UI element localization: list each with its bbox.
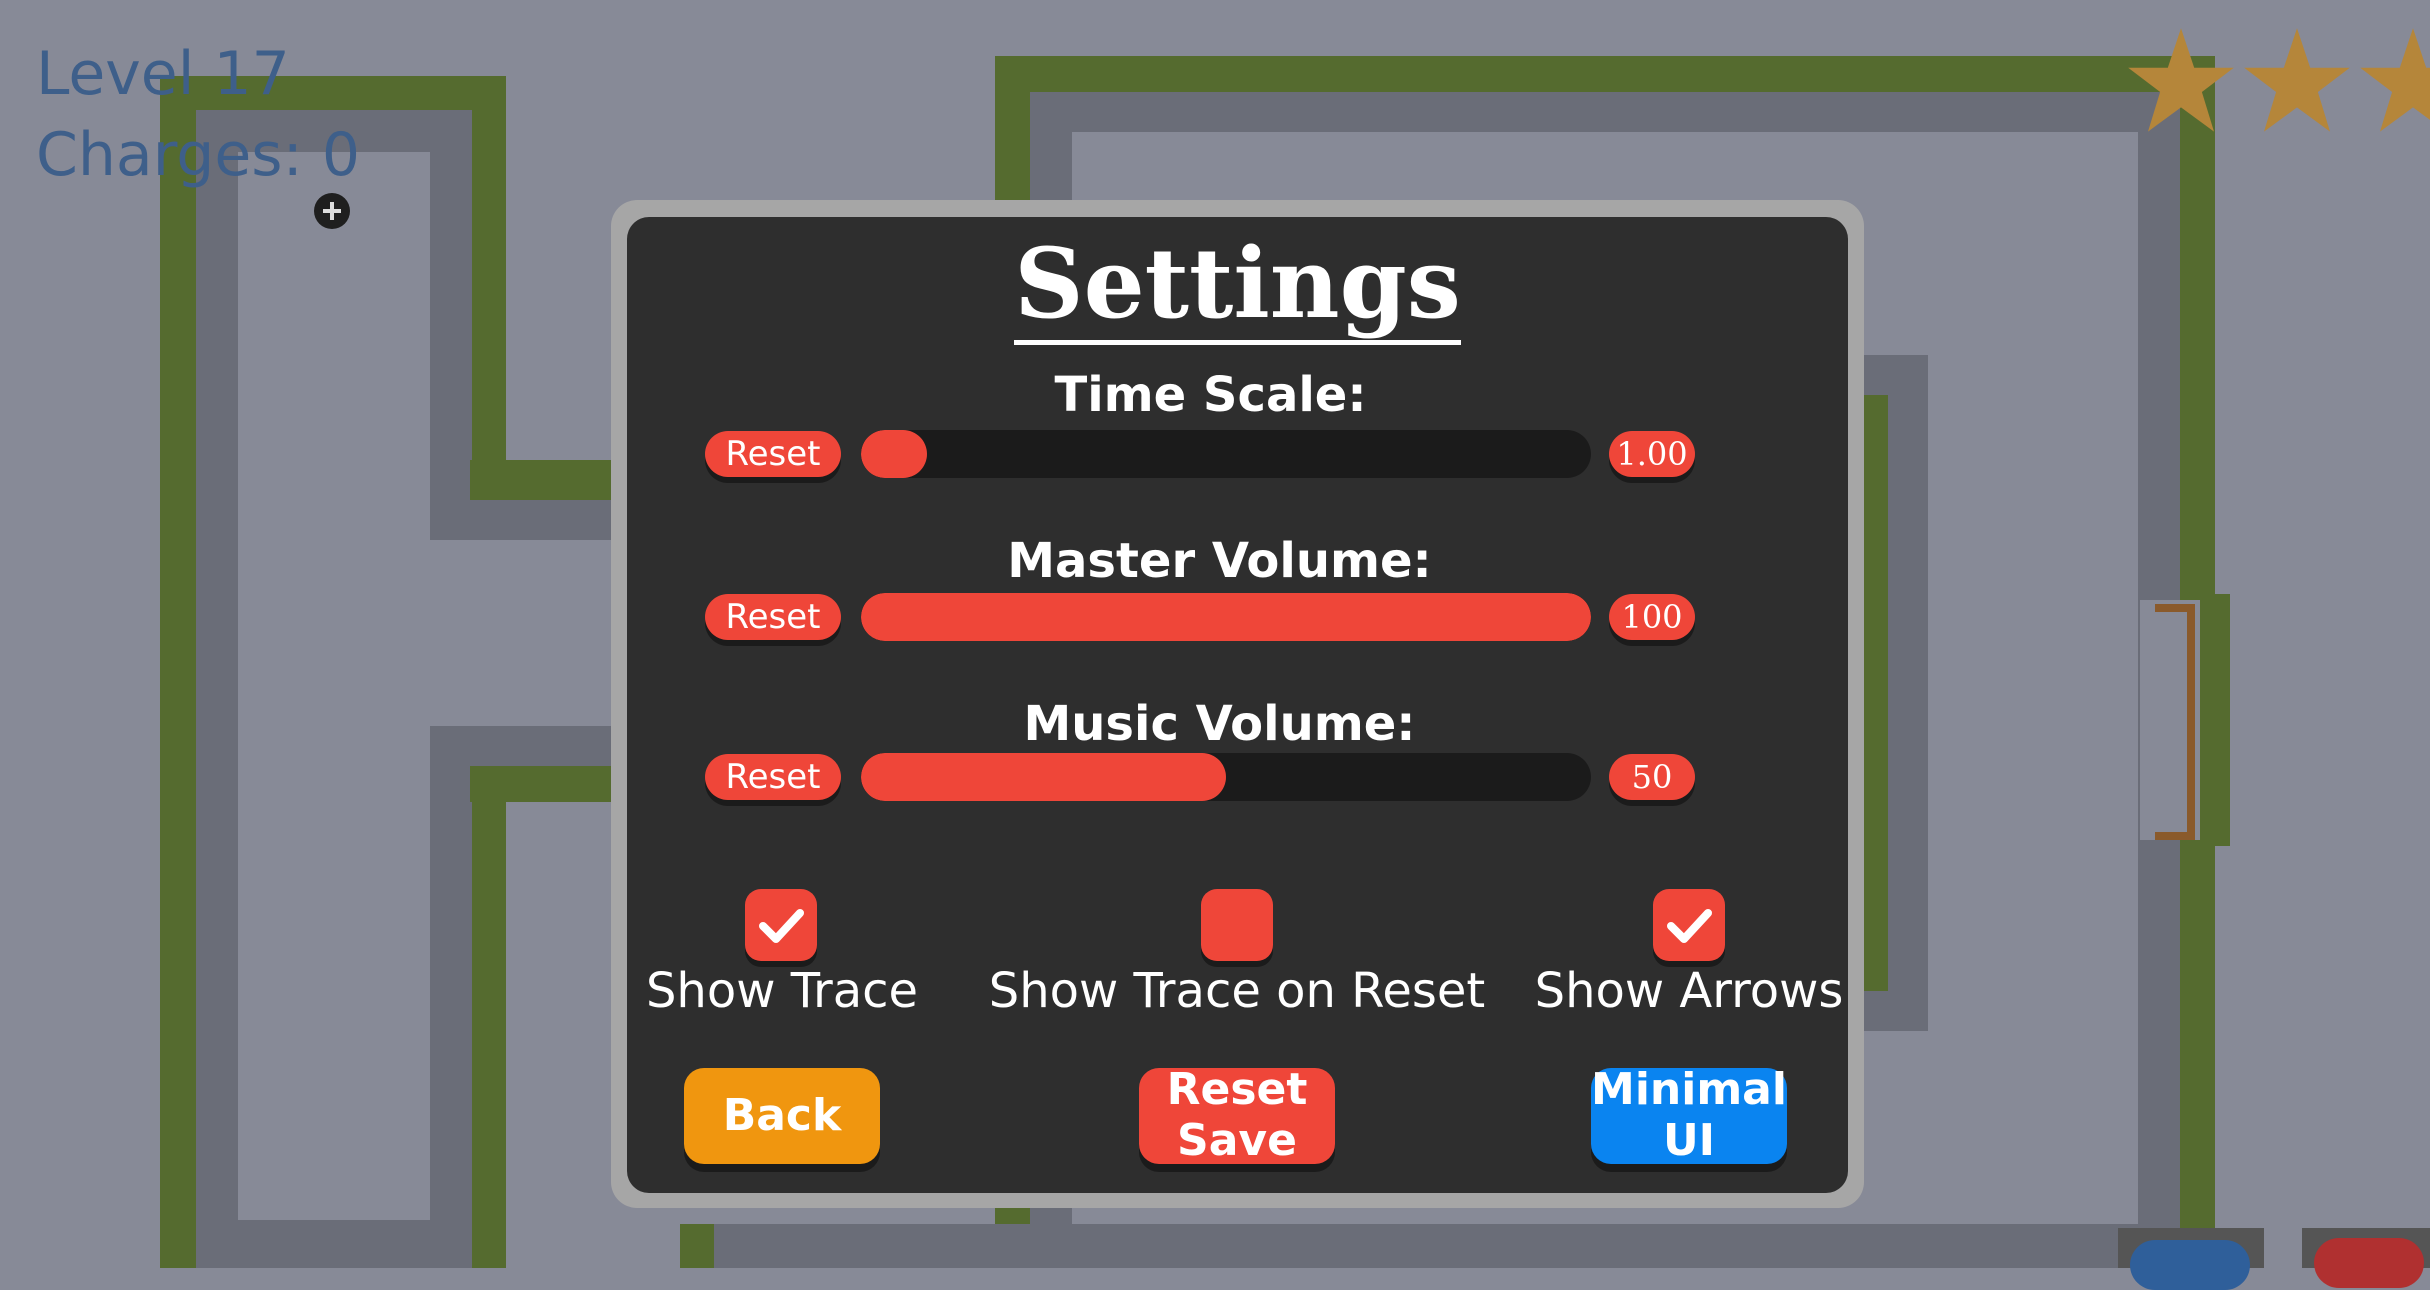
show-trace-label: Show Trace <box>645 963 919 1019</box>
wall-branch <box>430 726 630 766</box>
show-arrows-label: Show Arrows <box>1534 963 1844 1019</box>
wall-branch <box>470 766 630 802</box>
minimal-ui-button[interactable]: Minimal UI <box>1591 1064 1787 1166</box>
wall-inner <box>714 1224 2138 1268</box>
bottom-control-red[interactable] <box>2302 1228 2430 1288</box>
settings-modal: Settings Time Scale: Reset 1.00 Master V… <box>627 217 1848 1193</box>
master-volume-reset-button[interactable]: Reset <box>705 594 841 640</box>
charges-label: Charges: 0 <box>36 120 361 190</box>
reset-save-label-line1: Reset <box>1166 1064 1308 1116</box>
door <box>2155 604 2195 840</box>
minimal-ui-label-line2: UI <box>1662 1115 1716 1166</box>
show-trace-on-reset-label: Show Trace on Reset <box>988 963 1486 1019</box>
show-trace-checkbox[interactable] <box>745 889 817 961</box>
master-volume-slider[interactable] <box>861 593 1591 641</box>
music-volume-value: 50 <box>1609 754 1695 800</box>
wall-branch <box>430 500 630 540</box>
floor <box>238 152 430 1220</box>
time-scale-slider-handle[interactable] <box>861 430 927 478</box>
music-volume-slider-fill[interactable] <box>861 753 1226 801</box>
checkmark-icon <box>1667 909 1712 943</box>
back-button-label: Back <box>722 1089 842 1141</box>
music-volume-label: Music Volume: <box>1023 696 1416 752</box>
master-volume-slider-fill[interactable] <box>861 593 1591 641</box>
music-volume-slider[interactable] <box>861 753 1591 801</box>
settings-title: Settings <box>627 227 1848 345</box>
time-scale-reset-button[interactable]: Reset <box>705 431 841 477</box>
master-volume-label: Master Volume: <box>1007 533 1432 589</box>
wall-branch <box>470 460 630 500</box>
reset-save-label-line2: Save <box>1177 1115 1297 1166</box>
floor <box>430 540 630 726</box>
music-volume-reset-button[interactable]: Reset <box>705 754 841 800</box>
wall-outline <box>2200 594 2230 846</box>
show-arrows-checkbox[interactable] <box>1653 889 1725 961</box>
show-trace-on-reset-checkbox[interactable] <box>1201 889 1273 961</box>
bottom-control-blue[interactable] <box>2118 1228 2264 1290</box>
minimal-ui-label-line1: Minimal <box>1591 1064 1787 1116</box>
level-label: Level 17 <box>36 39 290 109</box>
star-icon <box>2128 28 2234 132</box>
time-scale-slider[interactable] <box>861 430 1591 478</box>
master-volume-value: 100 <box>1609 594 1695 640</box>
checkmark-icon <box>759 909 804 943</box>
star-icon <box>2244 28 2350 132</box>
time-scale-value: 1.00 <box>1609 431 1695 477</box>
star-icon <box>2360 28 2430 132</box>
player-marker-icon <box>314 193 350 229</box>
back-button[interactable]: Back <box>684 1068 880 1164</box>
wall-outline <box>680 1224 714 1268</box>
time-scale-label: Time Scale: <box>1054 367 1367 423</box>
reset-save-button[interactable]: Reset Save <box>1139 1064 1335 1166</box>
